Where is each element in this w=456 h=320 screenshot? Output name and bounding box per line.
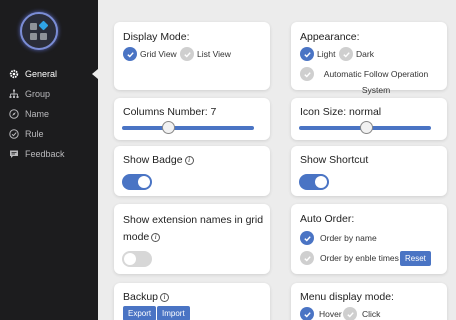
option-label: Click [362,309,381,319]
light-option[interactable]: Light [300,47,335,61]
info-icon[interactable]: i [160,293,170,302]
info-icon[interactable]: i [184,156,194,165]
sidebar-item-rule[interactable]: Rule [0,124,98,144]
menu-display-mode-title: Menu display mode: [300,291,394,303]
list-view-option[interactable]: List View [180,47,231,61]
extension-names-label-2: mode [123,231,150,243]
sidebar-item-group[interactable]: Group [0,84,98,104]
sidebar-item-label: Rule [25,129,44,139]
check-icon [343,307,357,320]
chat-icon [9,149,19,159]
extension-names-label: Show extension names in grid [123,214,264,226]
icon-size-slider[interactable] [299,121,431,134]
order-by-times-option[interactable]: Order by enble times [300,251,399,265]
show-shortcut-toggle[interactable] [299,174,329,190]
sidebar-item-feedback[interactable]: Feedback [0,144,98,164]
sidebar-item-name[interactable]: Name [0,104,98,124]
option-label: Hover [319,309,342,319]
option-label: Automatic Follow Operation System [323,69,429,95]
hierarchy-icon [9,89,19,99]
hover-option[interactable]: Hover [300,307,342,320]
slider-knob[interactable] [360,121,373,134]
columns-number-title: Columns Number: 7 [123,106,217,118]
backup-label: Backup [123,291,159,303]
icon-size-title: Icon Size: normal [300,106,382,118]
option-label: Order by name [320,233,377,243]
backup-title: Backup i [123,291,170,303]
auto-order-title: Auto Order: [300,213,355,225]
show-badge-toggle[interactable] [122,174,152,190]
sidebar-item-label: Feedback [25,149,65,159]
reset-button[interactable]: Reset [400,251,431,266]
show-badge-title: Show Badge i [123,154,194,166]
auto-follow-option[interactable]: Automatic Follow Operation System [300,67,435,98]
slider-knob[interactable] [162,121,175,134]
sidebar-item-label: General [25,69,58,79]
show-badge-card: Show Badge i [114,146,270,196]
dark-option[interactable]: Dark [339,47,374,61]
import-button[interactable]: Import [157,306,190,320]
display-mode-card: Display Mode: Grid View List View [114,22,270,90]
check-icon [300,67,314,81]
check-icon [180,47,194,61]
sidebar-item-label: Group [25,89,51,99]
option-label: Grid View [140,49,177,59]
sidebar-item-general[interactable]: General [0,64,98,84]
check-icon [300,307,314,320]
check-icon [300,47,314,61]
check-icon [300,231,314,245]
info-icon[interactable]: i [151,233,161,242]
menu-display-mode-card: Menu display mode: Hover Click [291,283,447,320]
auto-order-card: Auto Order: Order by name Order by enble… [291,204,447,274]
show-shortcut-title: Show Shortcut [300,154,369,166]
show-shortcut-card: Show Shortcut [291,146,447,196]
appearance-title: Appearance: [300,31,360,43]
check-icon [123,47,137,61]
icon-size-card: Icon Size: normal [291,98,447,140]
columns-number-card: Columns Number: 7 [114,98,270,140]
check-icon [300,251,314,265]
check-circle-icon [9,129,19,139]
export-button[interactable]: Export [123,306,157,320]
compass-icon [9,109,19,119]
order-by-name-option[interactable]: Order by name [300,231,377,245]
extension-names-card: Show extension names in grid mode i [114,204,270,274]
option-label: Order by enble times [320,253,399,263]
sidebar: General Group Name Rule Feedback [0,0,98,320]
option-label: Light [317,49,336,59]
gear-icon [9,69,19,79]
click-option[interactable]: Click [343,307,380,320]
sidebar-nav: General Group Name Rule Feedback [0,64,98,164]
grid-view-option[interactable]: Grid View [123,47,177,61]
check-icon [339,47,353,61]
show-badge-label: Show Badge [123,154,183,166]
extension-names-title: Show extension names in grid mode i [123,212,263,246]
extension-names-toggle[interactable] [122,251,152,267]
columns-slider[interactable] [122,121,254,134]
display-mode-title: Display Mode: [123,31,190,43]
appearance-card: Appearance: Light Dark Automatic Follow … [291,22,447,95]
app-logo [20,12,58,50]
backup-card: Backup i Export Import [114,283,270,320]
sidebar-item-label: Name [25,109,50,119]
option-label: Dark [356,49,374,59]
option-label: List View [197,49,231,59]
